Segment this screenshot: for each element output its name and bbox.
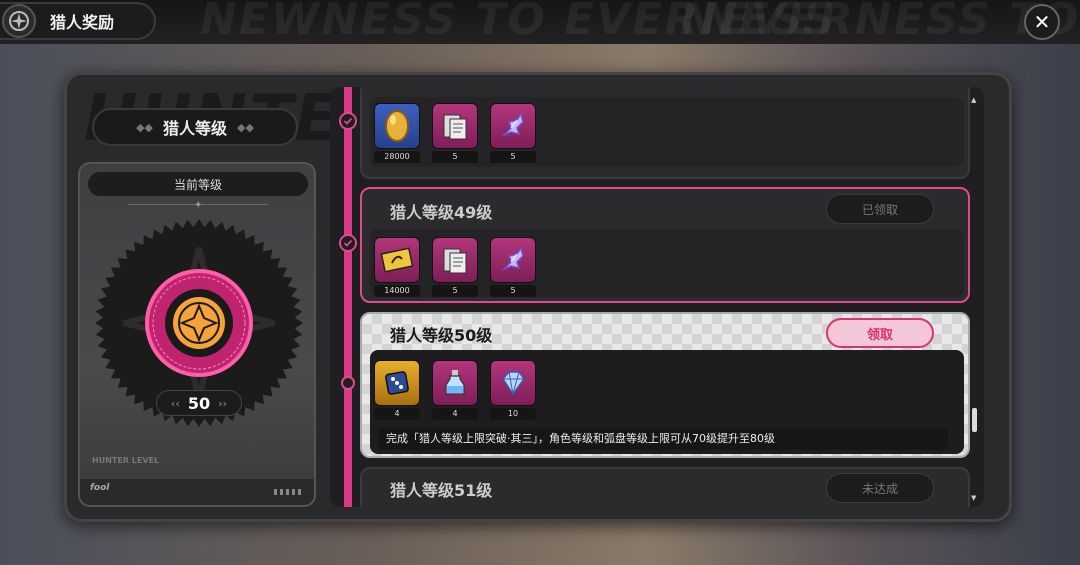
item-count: 5 [490, 151, 536, 163]
item-count: 14000 [374, 285, 420, 297]
item-count: 5 [432, 285, 478, 297]
item-count: 5 [490, 285, 536, 297]
document-card-icon [432, 237, 478, 283]
reward-row-50: 猎人等级50级 领取 4 4 10 完成「猎人等级上限突破·其三」，角色等级和弧… [360, 312, 970, 458]
reward-items: 14000 5 5 [370, 229, 964, 297]
scroll-up-icon[interactable]: ▲ [971, 96, 976, 104]
hunter-level-caption: HUNTER LEVEL [92, 456, 160, 465]
reward-title: 猎人等级49级 [390, 203, 493, 222]
left-chevrons-icon: ‹‹ [170, 396, 180, 410]
diamond-gem-icon [490, 360, 536, 406]
reward-title: 猎人等级51级 [390, 481, 493, 500]
item-count: 4 [432, 408, 478, 420]
close-button[interactable]: ✕ [1024, 4, 1060, 40]
scroll-down-icon[interactable]: ▼ [971, 494, 976, 502]
reward-items: 28000 5 5 [370, 97, 964, 167]
reward-list[interactable]: 28000 5 5 猎人等级49级 已领取 14000 5 5 猎人等级50级 … [330, 87, 984, 507]
reward-item[interactable]: 5 [432, 237, 478, 297]
reward-item[interactable]: 4 [432, 360, 478, 420]
claimed-button[interactable]: 已领取 [826, 194, 934, 224]
document-card-icon [432, 103, 478, 149]
item-count: 10 [490, 408, 536, 420]
emblem-icon [2, 4, 36, 38]
reward-item[interactable]: 28000 [374, 103, 420, 163]
not-achieved-button[interactable]: 未达成 [826, 473, 934, 503]
timeline-bar [344, 87, 352, 507]
level-card: 当前等级 ✦ ‹‹ 50 ›› HUNTER LEVEL fool [78, 162, 316, 507]
crystal-shard-icon [490, 103, 536, 149]
reward-item[interactable]: 10 [490, 360, 536, 420]
card-footer: fool [80, 479, 314, 505]
current-level-node-icon [341, 376, 355, 390]
item-count: 5 [432, 151, 478, 163]
dice-icon [374, 360, 420, 406]
right-deco-icon: ◆◆ [237, 120, 254, 134]
divider-diamond-icon: ✦ [194, 200, 203, 211]
gold-egg-icon [374, 103, 420, 149]
reward-item[interactable]: 5 [490, 237, 536, 297]
potion-bottle-icon [432, 360, 478, 406]
left-deco-icon: ◆◆ [136, 120, 153, 134]
claimed-check-icon [339, 234, 357, 252]
item-count: 28000 [374, 151, 420, 163]
title-bar: 猎人奖励 [0, 2, 156, 40]
reward-item[interactable]: 4 [374, 360, 420, 420]
unlock-description: 完成「猎人等级上限突破·其三」，角色等级和弧盘等级上限可从70级提升至80级 [378, 428, 948, 450]
page-title: 猎人奖励 [50, 13, 115, 32]
reward-item[interactable]: 14000 [374, 237, 420, 297]
current-level-label: 当前等级 [88, 172, 308, 196]
game-logo: fool [90, 483, 110, 493]
gold-ticket-icon [374, 237, 420, 283]
reward-title: 猎人等级50级 [390, 326, 493, 345]
current-level-display: ‹‹ 50 ›› [156, 390, 242, 416]
scrollbar-thumb[interactable] [972, 408, 977, 432]
crystal-shard-icon [490, 237, 536, 283]
claim-button[interactable]: 领取 [826, 318, 934, 348]
reward-item[interactable]: 5 [432, 103, 478, 163]
hunter-level-header: ◆◆ 猎人等级 ◆◆ [92, 108, 298, 146]
hunter-level-label: 猎人等级 [162, 119, 227, 138]
reward-row-48: 28000 5 5 [360, 87, 970, 179]
reward-item[interactable]: 5 [490, 103, 536, 163]
reward-row-51: 猎人等级51级 未达成 [360, 467, 970, 507]
reward-row-49: 猎人等级49级 已领取 14000 5 5 [360, 187, 970, 303]
claimed-check-icon [339, 112, 357, 130]
right-chevrons-icon: ›› [218, 396, 228, 410]
current-level-value: 50 [187, 393, 211, 413]
stripes-decoration [274, 489, 302, 495]
top-bar: NEWNESS TO EVERNESS NEVERNESS TO [0, 0, 1080, 45]
reward-items: 4 4 10 完成「猎人等级上限突破·其三」，角色等级和弧盘等级上限可从70级提… [370, 350, 964, 454]
background-slogan-2: NEVERNESS TO [680, 0, 1080, 45]
item-count: 4 [374, 408, 420, 420]
close-icon: ✕ [1033, 10, 1051, 34]
